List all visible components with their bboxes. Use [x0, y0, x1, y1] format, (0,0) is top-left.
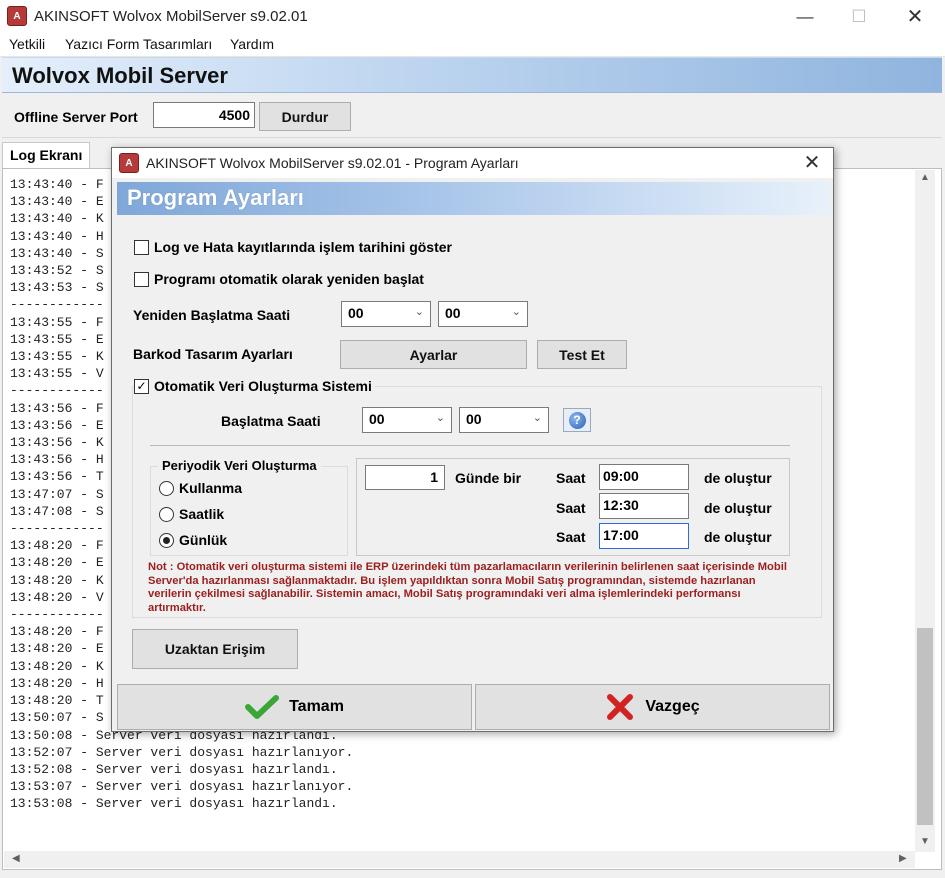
- create-label-1: de oluştur: [704, 470, 772, 486]
- x-icon: [607, 694, 634, 720]
- menu-yetkili[interactable]: Yetkili: [9, 36, 45, 52]
- ok-button-label: Tamam: [289, 698, 344, 715]
- log-line: 13:53:08 - Server veri dosyası hazırland…: [10, 796, 338, 812]
- restart-time-label: Yeniden Başlatma Saati: [133, 307, 291, 323]
- scroll-left-icon[interactable]: ◀: [12, 853, 20, 864]
- barcode-label: Barkod Tasarım Ayarları: [133, 346, 293, 362]
- radio-saatlik-label: Saatlik: [179, 506, 225, 522]
- dialog-header: Program Ayarları: [117, 182, 830, 215]
- start-hour-select[interactable]: 00 ⌄: [362, 407, 452, 433]
- auto-data-checkbox-row[interactable]: ✓ Otomatik Veri Oluşturma Sistemi: [134, 378, 375, 394]
- radio-kullanma[interactable]: [159, 480, 174, 496]
- program-settings-dialog: A AKINSOFT Wolvox MobilServer s9.02.01 -…: [111, 147, 834, 732]
- auto-data-checkbox[interactable]: ✓: [134, 378, 149, 394]
- info-note: Not : Otomatik veri oluşturma sistemi il…: [148, 561, 787, 614]
- dialog-close-icon[interactable]: ✕: [792, 146, 832, 179]
- auto-data-label: Otomatik Veri Oluşturma Sistemi: [154, 378, 372, 394]
- port-input[interactable]: 4500: [153, 102, 255, 128]
- days-input[interactable]: 1: [365, 465, 445, 490]
- dialog-header-title: Program Ayarları: [127, 185, 304, 210]
- dialog-app-logo-icon: A: [119, 153, 139, 173]
- radio-kullanma-label: Kullanma: [179, 480, 243, 496]
- saat-label-2: Saat: [556, 500, 586, 516]
- restart-hour-value: 00: [348, 305, 364, 321]
- log-date-checkbox[interactable]: [134, 239, 149, 255]
- separator: [150, 445, 790, 446]
- cancel-button-label: Vazgeç: [645, 698, 700, 715]
- create-label-2: de oluştur: [704, 500, 772, 516]
- check-icon: [245, 695, 280, 719]
- auto-restart-label: Programı otomatik olarak yeniden başlat: [154, 271, 424, 287]
- tab-log[interactable]: Log Ekranı: [2, 142, 90, 168]
- start-minute-select[interactable]: 00 ⌄: [459, 407, 549, 433]
- minimize-icon[interactable]: —: [782, 0, 828, 33]
- menu-bar: Yetkili Yazıcı Form Tasarımları Yardım: [0, 33, 945, 57]
- app-header-title: Wolvox Mobil Server: [12, 63, 228, 88]
- scroll-down-icon[interactable]: ▼: [920, 836, 930, 847]
- time-input-3[interactable]: 17:00: [599, 523, 689, 549]
- radio-row-gunluk[interactable]: Günlük: [159, 532, 227, 548]
- auto-restart-checkbox[interactable]: [134, 271, 149, 287]
- app-logo-icon: A: [7, 6, 27, 26]
- ok-button[interactable]: Tamam: [117, 684, 472, 730]
- chevron-down-icon: ⌄: [532, 412, 542, 424]
- periodic-title: Periyodik Veri Oluşturma: [158, 458, 321, 473]
- auto-restart-checkbox-row[interactable]: Programı otomatik olarak yeniden başlat: [134, 271, 424, 287]
- start-time-label: Başlatma Saati: [221, 413, 321, 429]
- log-line: 13:52:07 - Server veri dosyası hazırlanı…: [10, 744, 354, 760]
- radio-row-saatlik[interactable]: Saatlik: [159, 506, 224, 522]
- stop-button[interactable]: Durdur: [259, 102, 351, 131]
- cancel-button[interactable]: Vazgeç: [475, 684, 830, 730]
- radio-saatlik[interactable]: [159, 506, 174, 522]
- saat-label-3: Saat: [556, 529, 586, 545]
- start-hour-value: 00: [369, 411, 385, 427]
- log-line: 13:52:08 - Server veri dosyası hazırland…: [10, 761, 338, 777]
- vertical-scroll-thumb[interactable]: [917, 628, 933, 825]
- test-button[interactable]: Test Et: [537, 340, 627, 369]
- horizontal-scrollbar[interactable]: ◀ ▶: [4, 851, 915, 868]
- menu-printer-forms[interactable]: Yazıcı Form Tasarımları: [65, 36, 212, 52]
- window-title: AKINSOFT Wolvox MobilServer s9.02.01: [34, 8, 308, 25]
- time-input-1[interactable]: 09:00: [599, 464, 689, 490]
- days-label: Günde bir: [455, 470, 522, 486]
- close-icon[interactable]: ✕: [892, 0, 938, 33]
- log-date-checkbox-row[interactable]: Log ve Hata kayıtlarında işlem tarihini …: [134, 239, 452, 255]
- chevron-down-icon: ⌄: [511, 306, 521, 318]
- restart-minute-select[interactable]: 00 ⌄: [438, 301, 528, 327]
- radio-gunluk[interactable]: [159, 532, 174, 548]
- restart-hour-select[interactable]: 00 ⌄: [341, 301, 431, 327]
- saat-label-1: Saat: [556, 470, 586, 486]
- menu-help[interactable]: Yardım: [230, 36, 274, 52]
- port-label: Offline Server Port: [14, 109, 138, 125]
- scroll-right-icon[interactable]: ▶: [899, 853, 907, 864]
- chevron-down-icon: ⌄: [414, 306, 424, 318]
- app-header: Wolvox Mobil Server: [2, 57, 942, 93]
- radio-row-kullanma[interactable]: Kullanma: [159, 480, 242, 496]
- toolbar: Offline Server Port 4500 Durdur: [2, 94, 942, 138]
- scroll-up-icon[interactable]: ▲: [920, 172, 930, 183]
- chevron-down-icon: ⌄: [435, 412, 445, 424]
- barcode-settings-button[interactable]: Ayarlar: [340, 340, 527, 369]
- log-date-label: Log ve Hata kayıtlarında işlem tarihini …: [154, 239, 452, 255]
- help-button[interactable]: ?: [563, 408, 591, 432]
- start-minute-value: 00: [466, 411, 482, 427]
- restart-minute-value: 00: [445, 305, 461, 321]
- log-line: 13:53:07 - Server veri dosyası hazırlanı…: [10, 779, 354, 795]
- main-title-bar: A AKINSOFT Wolvox MobilServer s9.02.01 —…: [0, 0, 945, 33]
- maximize-icon[interactable]: ☐: [836, 0, 882, 33]
- dialog-title-bar: A AKINSOFT Wolvox MobilServer s9.02.01 -…: [112, 148, 833, 178]
- dialog-title: AKINSOFT Wolvox MobilServer s9.02.01 - P…: [146, 155, 519, 171]
- radio-gunluk-label: Günlük: [179, 532, 228, 548]
- time-input-2[interactable]: 12:30: [599, 493, 689, 519]
- question-icon: ?: [568, 411, 586, 429]
- create-label-3: de oluştur: [704, 529, 772, 545]
- remote-access-button[interactable]: Uzaktan Erişim: [132, 629, 298, 669]
